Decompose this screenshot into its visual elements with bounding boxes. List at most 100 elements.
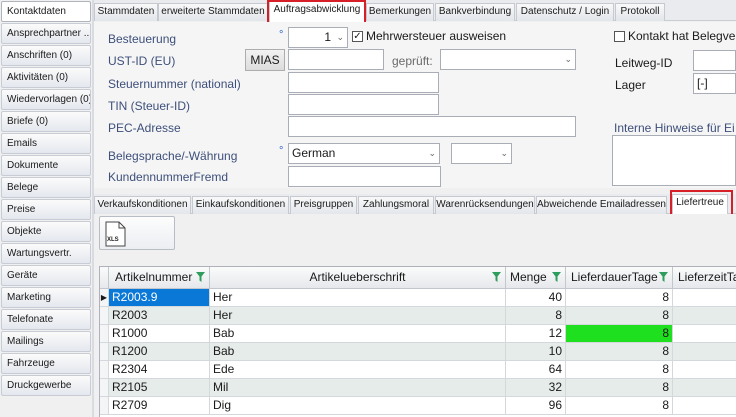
subtab-liefertreue[interactable]: Liefertreue <box>672 194 728 215</box>
cell-artikelnummer[interactable]: R2709 <box>109 397 210 415</box>
column-header-lieferdauertage[interactable]: LieferdauerTage <box>566 267 673 289</box>
mias-button[interactable]: MIAS <box>245 49 285 71</box>
kundennummer-input[interactable] <box>288 166 441 187</box>
cell-lieferdauertage[interactable]: 8 <box>566 379 673 397</box>
row-indicator[interactable] <box>100 379 109 397</box>
sidebar-item-anschriften[interactable]: Anschriften (0) <box>1 45 91 66</box>
cell-menge[interactable]: 40 <box>506 289 566 307</box>
subtab-einkaufskonditionen[interactable]: Einkaufskonditionen <box>192 196 289 214</box>
cell-lieferdauertage[interactable]: 8 <box>566 289 673 307</box>
sidebar-item-objekte[interactable]: Objekte <box>1 221 91 242</box>
filter-icon[interactable] <box>659 272 668 282</box>
row-indicator[interactable] <box>100 397 109 415</box>
sidebar-item-aktivitaeten[interactable]: Aktivitäten (0) <box>1 67 91 88</box>
column-header-artikelnummer[interactable]: Artikelnummer <box>109 267 210 289</box>
sidebar-item-fahrzeuge[interactable]: Fahrzeuge <box>1 353 91 374</box>
row-indicator[interactable] <box>100 361 109 379</box>
cell-lieferdauertage[interactable]: 8 <box>566 397 673 415</box>
waehrung-select[interactable]: ⌄ <box>451 143 512 164</box>
tab-stammdaten[interactable]: Stammdaten <box>94 3 158 21</box>
cell-lieferdauertage[interactable]: 8 <box>566 307 673 325</box>
subtab-preisgruppen[interactable]: Preisgruppen <box>290 196 357 214</box>
cell-artikelueberschrift[interactable]: Her <box>210 289 506 307</box>
cell-artikelnummer[interactable]: R2003.9 <box>109 289 210 307</box>
sidebar-item-telefonate[interactable]: Telefonate <box>1 309 91 330</box>
tab-bankverbindung[interactable]: Bankverbindung <box>435 3 515 21</box>
subtab-verkaufskonditionen[interactable]: Verkaufskonditionen <box>94 196 191 214</box>
cell-lieferzeittage[interactable] <box>673 325 736 343</box>
cell-menge[interactable]: 10 <box>506 343 566 361</box>
cell-artikelueberschrift[interactable]: Bab <box>210 343 506 361</box>
cell-lieferzeittage[interactable] <box>673 397 736 415</box>
belegsprache-select[interactable]: German ⌄ <box>288 143 440 164</box>
hinweise-label: Interne Hinweise für Ei <box>614 121 735 135</box>
sidebar-item-kontaktdaten[interactable]: Kontaktdaten <box>1 1 91 22</box>
excel-export-button[interactable]: XLS <box>99 216 175 250</box>
filter-icon[interactable] <box>492 272 501 282</box>
tab-protokoll[interactable]: Protokoll <box>615 3 665 21</box>
cell-lieferdauertage[interactable]: 8 <box>566 343 673 361</box>
cell-menge[interactable]: 32 <box>506 379 566 397</box>
cell-artikelueberschrift[interactable]: Ede <box>210 361 506 379</box>
cell-lieferdauertage[interactable]: 8 <box>566 361 673 379</box>
cell-lieferzeittage[interactable] <box>673 379 736 397</box>
sidebar-item-geraete[interactable]: Geräte <box>1 265 91 286</box>
subtab-abweichende-emailadressen[interactable]: Abweichende Emailadressen <box>536 196 667 214</box>
hinweise-textarea[interactable] <box>612 135 736 186</box>
column-header-artikelueberschrift[interactable]: Artikelueberschrift <box>210 267 506 289</box>
tab-erweiterte-stammdaten[interactable]: erweiterte Stammdaten <box>158 3 268 21</box>
row-indicator[interactable]: ▶ <box>100 289 109 307</box>
cell-artikelnummer[interactable]: R2105 <box>109 379 210 397</box>
sidebar-item-emails[interactable]: Emails <box>1 133 91 154</box>
pec-input[interactable] <box>288 116 576 137</box>
cell-lieferzeittage[interactable] <box>673 361 736 379</box>
cell-lieferzeittage[interactable] <box>673 289 736 307</box>
tab-datenschutz-login[interactable]: Datenschutz / Login <box>516 3 614 21</box>
lager-select[interactable]: [-] <box>693 73 736 94</box>
filter-icon[interactable] <box>196 272 205 282</box>
cell-artikelnummer[interactable]: R2304 <box>109 361 210 379</box>
leitweg-input[interactable] <box>693 50 736 71</box>
sidebar-item-mailings[interactable]: Mailings <box>1 331 91 352</box>
mwst-checkbox[interactable]: ✓ <box>352 31 363 42</box>
column-header-lieferzeittage[interactable]: LieferzeitTa <box>673 267 736 289</box>
sidebar-item-wiedervorlagen[interactable]: Wiedervorlagen (0) <box>1 89 91 110</box>
filter-icon[interactable] <box>552 272 561 282</box>
cell-menge[interactable]: 64 <box>506 361 566 379</box>
subtab-warenruecksendungen[interactable]: Warenrücksendungen <box>435 196 535 214</box>
row-indicator[interactable] <box>100 307 109 325</box>
sidebar-item-belege[interactable]: Belege <box>1 177 91 198</box>
sidebar-item-druckgewerbe[interactable]: Druckgewerbe <box>1 375 91 396</box>
cell-menge[interactable]: 96 <box>506 397 566 415</box>
subtab-zahlungsmoral[interactable]: Zahlungsmoral <box>358 196 434 214</box>
tab-auftragsabwicklung[interactable]: Auftragsabwicklung <box>269 1 365 22</box>
geprueft-select[interactable]: ⌄ <box>440 49 576 70</box>
steuernummer-input[interactable] <box>288 72 439 93</box>
cell-artikelueberschrift[interactable]: Dig <box>210 397 506 415</box>
tab-bemerkungen[interactable]: Bemerkungen <box>366 3 434 21</box>
cell-lieferzeittage[interactable] <box>673 343 736 361</box>
tin-input[interactable] <box>288 94 439 115</box>
cell-lieferdauertage[interactable]: 8 <box>566 325 673 343</box>
row-indicator[interactable] <box>100 325 109 343</box>
sidebar-item-preise[interactable]: Preise <box>1 199 91 220</box>
kontakt-belegver-checkbox[interactable] <box>614 31 625 42</box>
sidebar-item-marketing[interactable]: Marketing <box>1 287 91 308</box>
column-header-menge[interactable]: Menge <box>506 267 566 289</box>
cell-artikelnummer[interactable]: R2003 <box>109 307 210 325</box>
ustid-input[interactable] <box>288 49 384 70</box>
cell-artikelueberschrift[interactable]: Mil <box>210 379 506 397</box>
sidebar-item-dokumente[interactable]: Dokumente <box>1 155 91 176</box>
cell-artikelnummer[interactable]: R1200 <box>109 343 210 361</box>
cell-menge[interactable]: 8 <box>506 307 566 325</box>
cell-lieferzeittage[interactable] <box>673 307 736 325</box>
row-indicator[interactable] <box>100 343 109 361</box>
cell-artikelueberschrift[interactable]: Bab <box>210 325 506 343</box>
sidebar-item-wartungsvertr[interactable]: Wartungsvertr. <box>1 243 91 264</box>
besteuerung-select[interactable]: 1 ⌄ <box>288 27 348 48</box>
cell-menge[interactable]: 12 <box>506 325 566 343</box>
sidebar-item-ansprechpartner[interactable]: Ansprechpartner ... <box>1 23 91 44</box>
sidebar-item-briefe[interactable]: Briefe (0) <box>1 111 91 132</box>
cell-artikelnummer[interactable]: R1000 <box>109 325 210 343</box>
cell-artikelueberschrift[interactable]: Her <box>210 307 506 325</box>
